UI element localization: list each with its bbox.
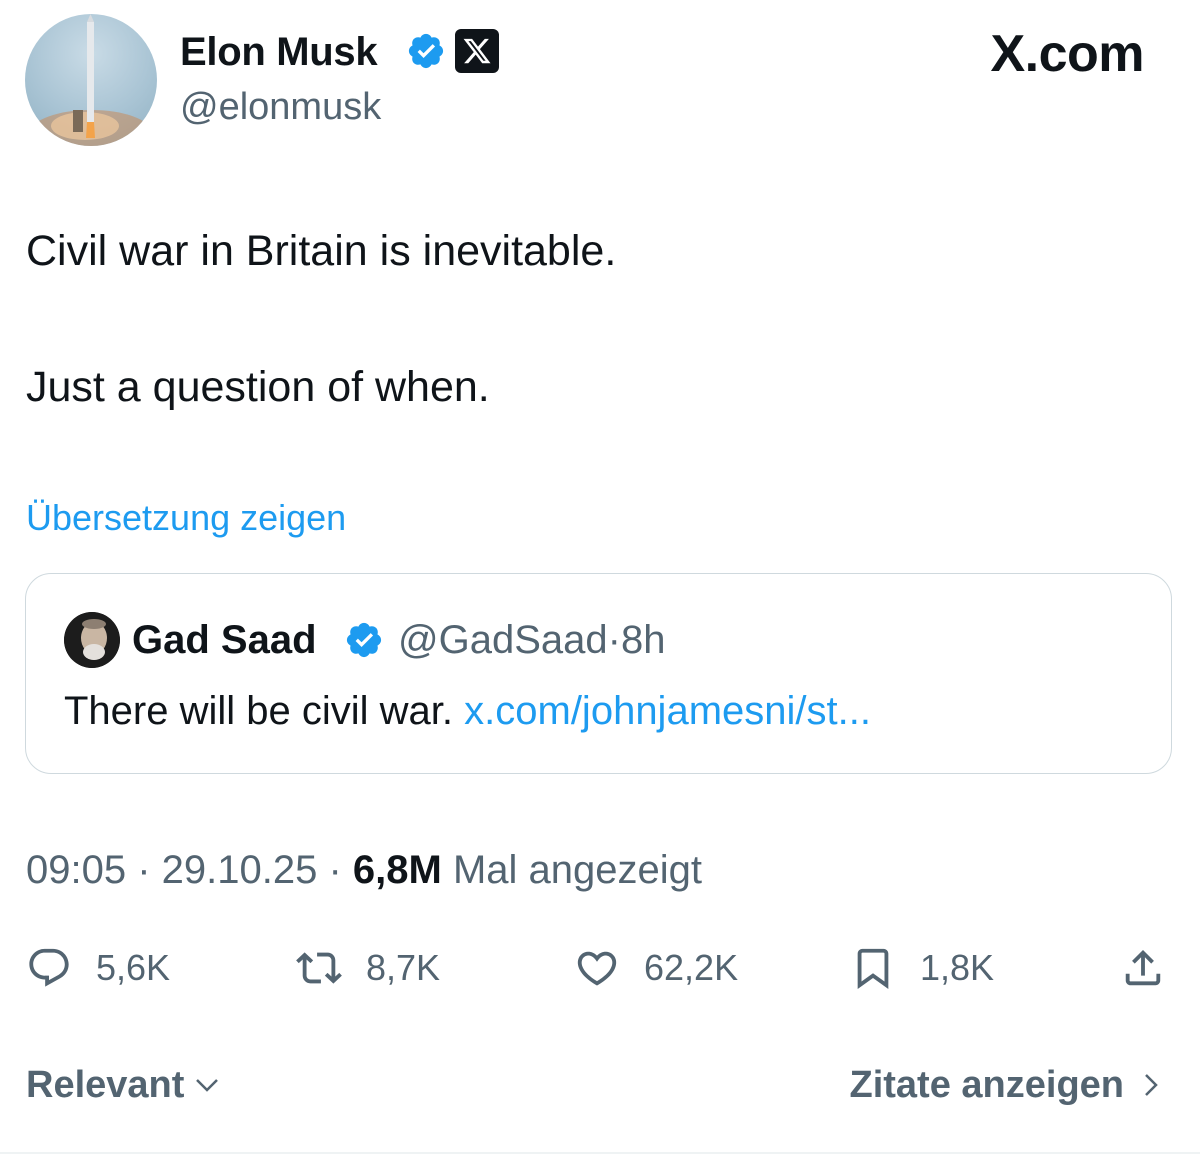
sort-dropdown[interactable]: Relevant (26, 1062, 222, 1108)
verified-badge-icon (406, 31, 446, 71)
x-logo-icon (455, 29, 499, 73)
views-label: Mal angezeigt (452, 848, 703, 892)
tweet-text: Civil war in Britain is inevitable. Just… (26, 226, 1166, 412)
reply-icon (29, 948, 69, 987)
separator-dot: · (607, 618, 621, 662)
quoted-meta: @GadSaad·8h (398, 616, 665, 664)
quotes-label: Zitate anzeigen (849, 1064, 1125, 1106)
show-quotes-link[interactable]: Zitate anzeigen (850, 1062, 1167, 1108)
quoted-author-handle[interactable]: @GadSaad (398, 618, 608, 662)
tweet-meta: 09:05 · 29.10.25 · 6,8M Mal angezeigt (26, 846, 702, 894)
author-name[interactable]: Elon Musk (180, 28, 378, 76)
chevron-down-icon (196, 1079, 219, 1092)
quoted-tweet-card[interactable] (25, 573, 1172, 774)
separator-dot: · (126, 848, 162, 892)
repost-icon (296, 952, 342, 984)
quoted-author-avatar[interactable] (64, 612, 120, 668)
tweet-time[interactable]: 09:05 (26, 848, 126, 892)
rocket-launch-image (31, 14, 151, 146)
verified-badge-icon (344, 620, 384, 660)
quoted-author-name[interactable]: Gad Saad (132, 616, 317, 664)
quoted-body: There will be civil war. (64, 689, 454, 733)
divider (0, 1152, 1200, 1154)
bookmark-button[interactable]: 1,8K (850, 938, 994, 998)
repost-button[interactable]: 8,7K (296, 938, 440, 998)
separator-dot: · (317, 848, 353, 892)
view-count: 6,8M (352, 848, 442, 892)
quoted-link[interactable]: x.com/johnjamesni/st... (464, 689, 871, 733)
show-translation-link[interactable]: Übersetzung zeigen (26, 496, 346, 540)
heart-icon (577, 951, 617, 986)
chevron-right-icon (1145, 1074, 1158, 1096)
bookmark-icon (857, 948, 889, 989)
brand-label: X.com (990, 25, 1144, 83)
tweet-line: Just a question of when. (26, 363, 490, 411)
like-count: 62,2K (644, 947, 739, 988)
author-avatar[interactable] (25, 14, 157, 146)
quoted-age[interactable]: 8h (621, 618, 666, 662)
tweet-line: Civil war in Britain is inevitable. (26, 227, 617, 275)
quoted-text: There will be civil war. x.com/johnjames… (64, 687, 871, 735)
repost-count: 8,7K (366, 947, 441, 988)
sort-label: Relevant (26, 1064, 185, 1106)
share-button[interactable] (1120, 938, 1166, 998)
author-handle[interactable]: @elonmusk (180, 84, 381, 130)
like-button[interactable]: 62,2K (574, 938, 738, 998)
share-icon (1125, 949, 1161, 986)
reply-count: 5,6K (96, 947, 171, 988)
bookmark-count: 1,8K (920, 947, 995, 988)
reply-button[interactable]: 5,6K (26, 938, 170, 998)
tweet-date[interactable]: 29.10.25 (162, 848, 318, 892)
